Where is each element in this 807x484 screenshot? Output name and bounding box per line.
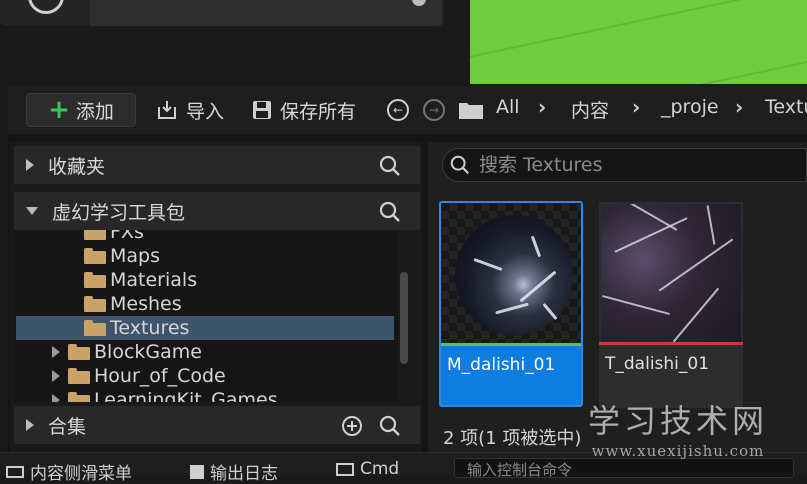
breadcrumb-textures[interactable]: Textu bbox=[765, 96, 807, 118]
back-arrow-icon[interactable]: ← bbox=[387, 99, 409, 121]
material-thumbnail bbox=[441, 203, 581, 345]
save-all-button[interactable]: 保存所有 bbox=[252, 96, 356, 124]
watermark: 学习技术网 www.xuexijishu.com bbox=[588, 396, 768, 460]
level-viewport[interactable] bbox=[470, 0, 807, 84]
search-icon[interactable] bbox=[378, 200, 402, 224]
folder-tree[interactable]: FXs Maps Materials Meshes Textures Block… bbox=[14, 230, 398, 402]
forward-arrow-icon[interactable]: → bbox=[423, 99, 445, 121]
add-collection-icon[interactable] bbox=[340, 414, 364, 438]
asset-tile-material[interactable]: M_dalishi_01 bbox=[439, 201, 583, 407]
tree-item[interactable]: Hour_of_Code bbox=[52, 364, 226, 388]
expand-arrow-icon[interactable] bbox=[52, 346, 60, 358]
tree-item[interactable]: Maps bbox=[84, 244, 160, 268]
item-count-status: 2 项(1 项被选中) bbox=[443, 428, 582, 449]
asset-type-bar bbox=[441, 343, 581, 346]
tree-item-selected[interactable]: Textures bbox=[16, 316, 394, 340]
breadcrumb-content[interactable]: 内容 bbox=[571, 96, 609, 123]
cmd-button[interactable]: Cmd bbox=[336, 459, 399, 479]
folder-icon bbox=[68, 392, 90, 402]
tree-item[interactable]: BlockGame bbox=[52, 340, 202, 364]
search-input[interactable] bbox=[477, 153, 781, 177]
console-command-input[interactable]: 输入控制台命令 bbox=[454, 458, 794, 479]
import-button[interactable]: 导入 bbox=[156, 96, 224, 124]
drawer-icon bbox=[6, 465, 24, 478]
tree-item[interactable]: FXs bbox=[84, 230, 144, 244]
output-log-button[interactable]: 输出日志 bbox=[190, 459, 278, 484]
folder-icon bbox=[84, 272, 106, 288]
folder-icon bbox=[84, 296, 106, 312]
tree-item[interactable]: LearningKit_Games bbox=[52, 388, 278, 402]
chevron-right-icon[interactable]: › bbox=[632, 95, 640, 119]
add-button[interactable]: + 添加 bbox=[26, 93, 136, 127]
expand-arrow-icon[interactable] bbox=[52, 394, 60, 402]
tree-item[interactable]: Materials bbox=[84, 268, 197, 292]
search-icon[interactable] bbox=[378, 414, 402, 438]
chevron-right-icon[interactable]: › bbox=[735, 95, 743, 119]
content-drawer-button[interactable]: 内容侧滑菜单 bbox=[6, 459, 132, 484]
tree-item[interactable]: Meshes bbox=[84, 292, 182, 316]
expand-arrow-icon[interactable] bbox=[52, 370, 60, 382]
watermark-title: 学习技术网 bbox=[588, 402, 769, 440]
marble-sphere-preview bbox=[455, 215, 573, 335]
watermark-url: www.xuexijishu.com bbox=[591, 442, 765, 460]
project-header[interactable]: 虚幻学习工具包 bbox=[14, 192, 420, 230]
folder-icon bbox=[68, 344, 90, 360]
folder-icon bbox=[84, 230, 106, 240]
breadcrumb-all[interactable]: All bbox=[496, 96, 520, 118]
tree-scrollbar[interactable] bbox=[400, 272, 408, 364]
folder-icon[interactable] bbox=[458, 100, 484, 120]
asset-tile-texture[interactable]: T_dalishi_01 bbox=[599, 202, 743, 408]
folder-icon bbox=[84, 320, 106, 336]
search-icon bbox=[450, 155, 470, 175]
asset-search-box[interactable] bbox=[442, 148, 807, 182]
expand-arrow-icon[interactable] bbox=[26, 419, 34, 431]
folder-icon bbox=[84, 248, 106, 264]
collapse-arrow-icon[interactable] bbox=[26, 207, 38, 215]
collections-header[interactable]: 合集 bbox=[14, 406, 420, 444]
expand-arrow-icon[interactable] bbox=[26, 159, 34, 171]
breadcrumb-project[interactable]: _proje bbox=[661, 96, 719, 118]
search-icon[interactable] bbox=[378, 154, 402, 178]
plus-icon: + bbox=[48, 95, 70, 125]
asset-type-bar bbox=[599, 342, 743, 345]
save-icon bbox=[253, 101, 271, 119]
favorites-header[interactable]: 收藏夹 bbox=[14, 146, 420, 184]
property-field[interactable] bbox=[90, 0, 442, 26]
log-icon bbox=[190, 464, 204, 479]
chevron-right-icon[interactable]: › bbox=[538, 95, 546, 119]
texture-thumbnail bbox=[601, 204, 741, 342]
import-icon bbox=[158, 101, 176, 119]
folder-icon bbox=[68, 368, 90, 384]
